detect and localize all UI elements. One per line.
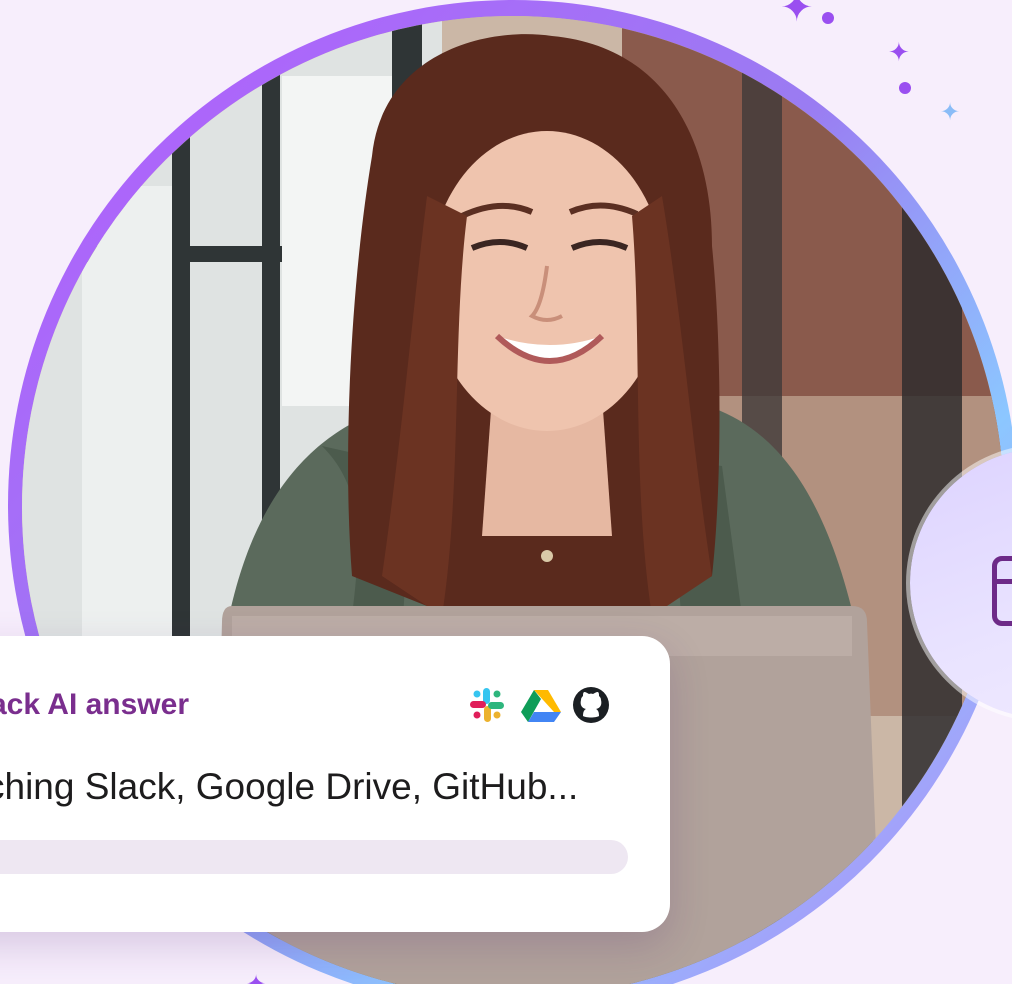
progress-bar [0,840,628,874]
search-status-text: ching Slack, Google Drive, GitHub... [0,766,579,807]
calendar-icon [992,556,1012,626]
slack-icon [470,688,504,722]
google-drive-icon [521,690,561,722]
card-title: ack AI answer [0,688,189,721]
github-icon [573,687,609,723]
sparkle-icon: ✦ [246,970,267,984]
hero-visual: ✦ ✦ ✦ [0,0,1012,984]
